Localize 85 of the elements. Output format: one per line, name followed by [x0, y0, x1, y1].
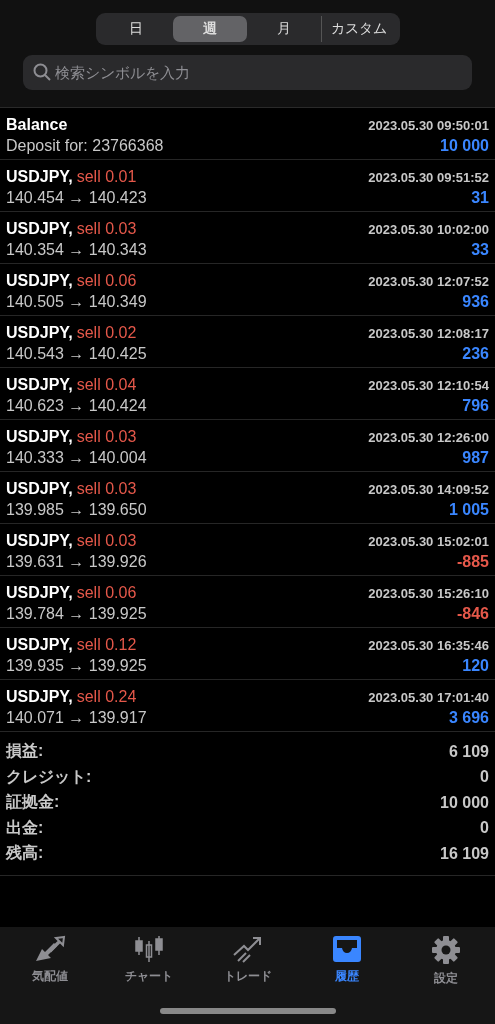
summary-label: 証拠金:: [6, 792, 60, 813]
nav-tab[interactable]: 気配値: [0, 935, 99, 987]
nav-tab[interactable]: トレード: [198, 935, 297, 987]
nav-tab[interactable]: 履歴: [297, 935, 396, 987]
summary-label: 残高:: [6, 843, 44, 864]
profit: 31: [471, 188, 489, 207]
profit: 236: [462, 344, 489, 363]
order-side: sell 0.03: [76, 427, 137, 445]
diagonal-arrows-icon: [33, 935, 66, 963]
profit: 936: [462, 292, 489, 311]
profit: 33: [471, 240, 489, 259]
period-tab[interactable]: 月: [247, 16, 322, 42]
price-range: 139.784 → 139.925: [6, 604, 147, 623]
period-tab[interactable]: 日: [98, 16, 173, 42]
summary-value: 10 000: [440, 793, 489, 812]
search-icon: [33, 63, 51, 81]
profit: -846: [456, 604, 489, 623]
period-tab[interactable]: 週: [172, 16, 247, 42]
profit: 3 696: [448, 708, 489, 727]
nav-tab[interactable]: 設定: [396, 935, 495, 987]
order-side: sell 0.12: [76, 635, 137, 653]
symbol: USDJPY,: [6, 427, 73, 445]
summary-label: クレジット:: [6, 766, 92, 787]
order-side: sell 0.03: [76, 479, 137, 497]
symbol: USDJPY,: [6, 375, 73, 393]
profit: 987: [462, 448, 489, 467]
timestamp: 2023.05.30 14:09:52: [368, 481, 489, 497]
amount: 10 000: [440, 136, 489, 155]
symbol: USDJPY,: [6, 479, 73, 497]
price-range: 140.454 → 140.423: [6, 188, 147, 207]
summary-value: 6 109: [448, 742, 489, 761]
price-range: 140.333 → 140.004: [6, 448, 147, 467]
timestamp: 2023.05.30 12:10:54: [368, 377, 489, 393]
timestamp: 2023.05.30 10:02:00: [368, 221, 489, 237]
price-range: 139.985 → 139.650: [6, 500, 147, 519]
price-range: 140.543 → 140.425: [6, 344, 147, 363]
profit: -885: [456, 552, 489, 571]
order-side: sell 0.24: [76, 687, 137, 705]
price-range: 139.935 → 139.925: [6, 656, 147, 675]
order-side: sell 0.06: [76, 583, 137, 601]
deposit-detail: Deposit for: 23766368: [6, 136, 164, 155]
order-side: sell 0.03: [76, 219, 137, 237]
summary-value: 0: [480, 768, 489, 787]
order-side: sell 0.02: [76, 323, 137, 341]
timestamp: 2023.05.30 15:26:10: [368, 585, 489, 601]
profit: 120: [462, 656, 489, 675]
summary-value: 0: [480, 819, 489, 838]
inbox-icon: [330, 935, 363, 963]
summary-value: 16 109: [440, 844, 489, 863]
price-range: 140.071 → 139.917: [6, 708, 147, 727]
symbol: USDJPY,: [6, 635, 73, 653]
symbol: USDJPY,: [6, 531, 73, 549]
price-range: 140.354 → 140.343: [6, 240, 147, 259]
summary-label: 出金:: [6, 817, 44, 838]
symbol: USDJPY,: [6, 583, 73, 601]
order-side: sell 0.03: [76, 531, 137, 549]
timestamp: 2023.05.30 17:01:40: [368, 689, 489, 705]
settings-icon: [430, 935, 461, 965]
profit: 1 005: [448, 500, 489, 519]
price-range: 139.631 → 139.926: [6, 552, 147, 571]
trend-arrow-icon: [231, 935, 264, 963]
search-field[interactable]: 検索シンボルを入力: [23, 55, 472, 90]
row-title: Balance: [6, 115, 68, 134]
order-side: sell 0.01: [76, 167, 137, 185]
order-side: sell 0.04: [76, 375, 137, 393]
timestamp: 2023.05.30 12:26:00: [368, 429, 489, 445]
summary-label: 損益:: [6, 741, 44, 762]
order-side: sell 0.06: [76, 271, 137, 289]
symbol: USDJPY,: [6, 271, 73, 289]
price-range: 140.623 → 140.424: [6, 396, 147, 415]
timestamp: 2023.05.30 16:35:46: [368, 637, 489, 653]
timestamp: 2023.05.30 15:02:01: [368, 533, 489, 549]
candlestick-icon: [132, 935, 165, 963]
timestamp: 2023.05.30 09:50:01: [368, 117, 489, 133]
symbol: USDJPY,: [6, 687, 73, 705]
timestamp: 2023.05.30 12:07:52: [368, 273, 489, 289]
nav-tab[interactable]: チャート: [99, 935, 198, 987]
symbol: USDJPY,: [6, 167, 73, 185]
symbol: USDJPY,: [6, 219, 73, 237]
timestamp: 2023.05.30 12:08:17: [368, 325, 489, 341]
period-tab[interactable]: カスタム: [321, 16, 397, 42]
price-range: 140.505 → 140.349: [6, 292, 147, 311]
symbol: USDJPY,: [6, 323, 73, 341]
profit: 796: [462, 396, 489, 415]
timestamp: 2023.05.30 09:51:52: [368, 169, 489, 185]
